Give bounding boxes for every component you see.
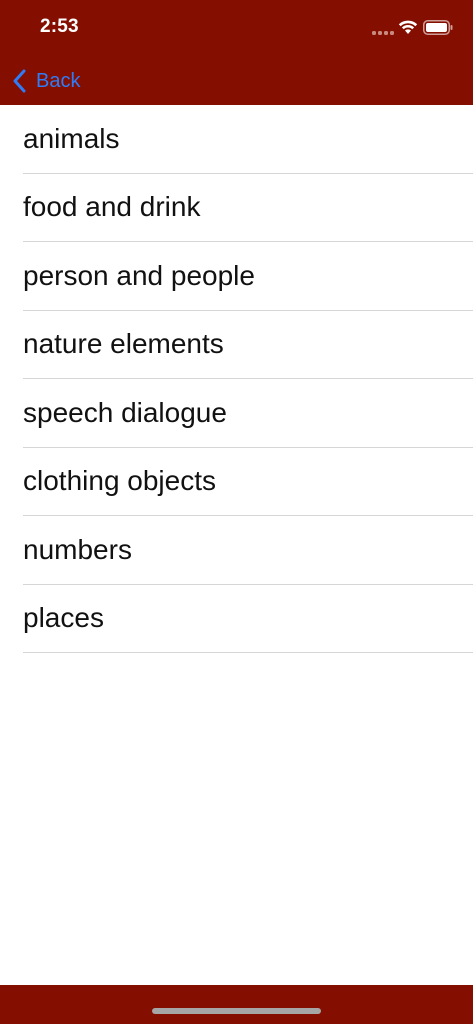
list-item-label: speech dialogue (23, 396, 227, 428)
list-item-person-and-people[interactable]: person and people (23, 242, 473, 311)
list-item-label: person and people (23, 259, 255, 291)
wifi-icon (398, 20, 418, 34)
list-item-label: animals (23, 122, 120, 154)
battery-icon (423, 20, 453, 35)
chevron-left-icon (13, 69, 26, 93)
category-list: animals food and drink person and people… (0, 105, 473, 653)
bottom-bar (0, 985, 473, 1024)
list-item-label: places (23, 602, 104, 634)
list-item-nature-elements[interactable]: nature elements (23, 311, 473, 379)
list-item-numbers[interactable]: numbers (23, 516, 473, 585)
back-button[interactable]: Back (12, 66, 80, 96)
status-time: 2:53 (40, 16, 79, 37)
status-bar: 2:53 (0, 0, 473, 56)
list-item-label: nature elements (23, 328, 224, 360)
list-item-label: clothing objects (23, 465, 217, 497)
home-indicator[interactable] (152, 1008, 321, 1014)
list-item-label: food and drink (23, 191, 201, 223)
signal-icon (372, 31, 394, 35)
list-item-clothing-objects[interactable]: clothing objects (23, 448, 473, 516)
list-item-label: numbers (23, 533, 132, 565)
list-item-food-and-drink[interactable]: food and drink (23, 174, 473, 242)
navigation-bar: Back (0, 56, 473, 105)
list-item-animals[interactable]: animals (23, 105, 473, 174)
back-label: Back (36, 69, 81, 92)
list-item-places[interactable]: places (23, 585, 473, 653)
list-item-speech-dialogue[interactable]: speech dialogue (23, 379, 473, 448)
